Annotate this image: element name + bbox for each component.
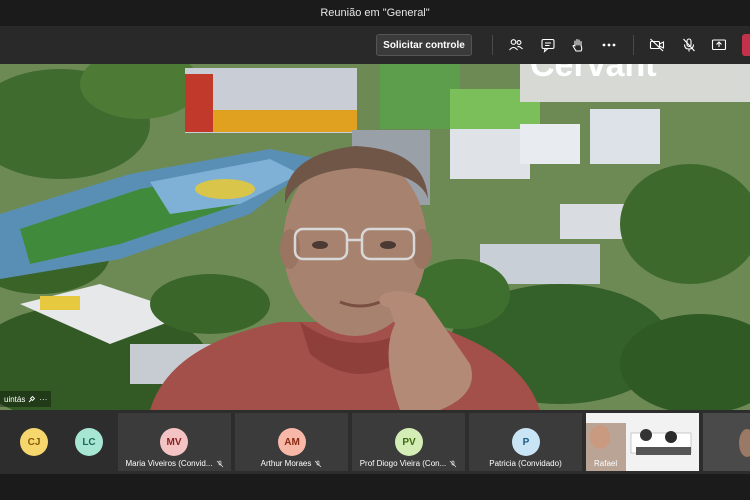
leave-button[interactable]: [742, 34, 750, 56]
share-icon[interactable]: [710, 36, 728, 54]
avatar-initials: P: [522, 436, 530, 448]
participant-tile[interactable]: AM Arthur Moraes: [235, 413, 348, 471]
avatar: MV: [160, 428, 188, 456]
participant-name: Prof Diogo Vieira (Con...: [352, 459, 465, 468]
participant-name-label: uintás: [4, 394, 26, 404]
campus-background: Cervant: [0, 64, 750, 410]
mic-off-icon: [315, 460, 322, 467]
more-icon[interactable]: [600, 36, 618, 54]
avatar[interactable]: CJ: [20, 428, 48, 456]
toolbar-divider: [492, 35, 493, 55]
bottom-bar: [0, 474, 750, 500]
avatar-initials: PV: [402, 436, 416, 448]
camera-off-icon[interactable]: [648, 36, 666, 54]
raise-hand-icon[interactable]: [569, 36, 587, 54]
participant-name: Maria Viveiros (Convid...: [118, 459, 231, 468]
participant-name: Arthur Moraes: [235, 459, 348, 468]
participant-name: Rafael: [594, 459, 618, 468]
toolbar-divider: [633, 35, 634, 55]
participant-name: Patricia (Convidado): [489, 459, 562, 468]
avatar-initials: MV: [166, 436, 182, 448]
mic-off-icon: [216, 460, 223, 467]
pin-icon: [29, 395, 36, 403]
more-options-icon[interactable]: ···: [39, 395, 47, 404]
avatar-initials: CJ: [27, 436, 41, 448]
avatar: P: [512, 428, 540, 456]
window-title: Reunião em "General": [320, 7, 430, 19]
participant-strip: CJ LC MV Maria Viveiros (Convid... AM Ar…: [0, 410, 750, 474]
meeting-toolbar: Solicitar controle: [0, 26, 750, 64]
shared-video-stage: Cervant: [0, 64, 750, 410]
avatar-initials: AM: [284, 436, 300, 448]
participant-tile[interactable]: PV Prof Diogo Vieira (Con...: [352, 413, 465, 471]
participants-icon[interactable]: [507, 36, 525, 54]
avatar: AM: [278, 428, 306, 456]
mic-off-icon: [449, 460, 457, 467]
participant-video-thumbnail: [739, 429, 750, 457]
participant-tile-partial[interactable]: [703, 413, 750, 471]
window-title-bar: Reunião em "General": [0, 0, 750, 26]
request-control-button[interactable]: Solicitar controle: [376, 34, 472, 56]
participant-tile[interactable]: P Patricia (Convidado): [469, 413, 582, 471]
avatar-initials: LC: [82, 436, 96, 448]
avatar: PV: [395, 428, 423, 456]
participant-video-tile[interactable]: Rafael: [586, 413, 699, 471]
avatar[interactable]: LC: [75, 428, 103, 456]
chat-icon[interactable]: [539, 36, 557, 54]
mic-off-icon[interactable]: [680, 36, 698, 54]
participant-tile[interactable]: MV Maria Viveiros (Convid...: [118, 413, 231, 471]
camera-participant-label: uintás ···: [0, 391, 52, 407]
campus-sign-text: Cervant: [530, 64, 657, 84]
